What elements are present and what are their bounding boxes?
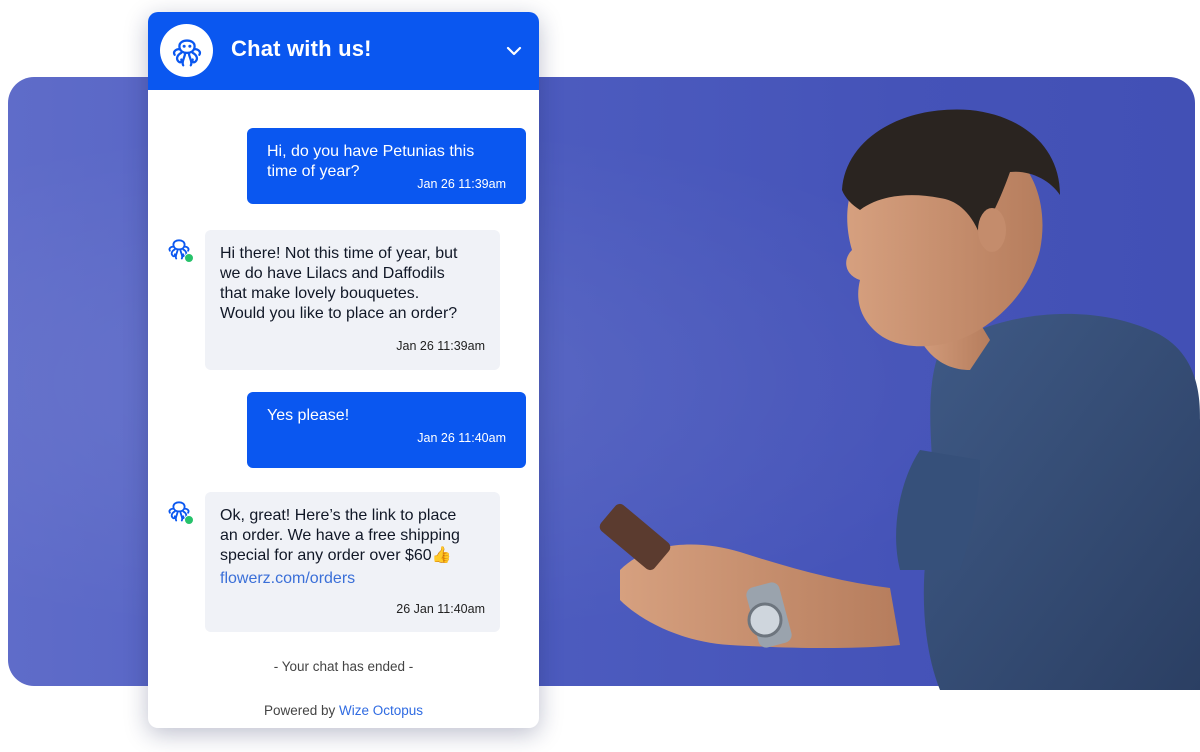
chat-title: Chat with us! [231, 36, 372, 61]
person-photo [599, 109, 1200, 690]
message-timestamp: Jan 26 11:39am [396, 339, 485, 353]
agent-avatar [165, 496, 195, 526]
agent-message-bubble: Hi there! Not this time of year, but we … [205, 230, 500, 370]
message-text: Yes please! [267, 407, 350, 424]
online-status-dot [184, 515, 194, 525]
chat-ended-notice: - Your chat has ended - [273, 659, 414, 674]
chat-widget: Chat with us! Hi, do you have Petunias t… [148, 12, 539, 728]
online-status-dot [184, 253, 194, 263]
powered-by: Powered by Wize Octopus [148, 703, 539, 718]
chevron-down-icon[interactable] [503, 40, 525, 62]
powered-by-brand-link[interactable]: Wize Octopus [339, 703, 423, 718]
order-link[interactable]: flowerz.com/orders [220, 569, 485, 589]
message-text: Hi there! Not this time of year, but we … [220, 245, 458, 322]
user-message-bubble: Yes please! Jan 26 11:40am [247, 392, 526, 468]
octopus-logo-svg [172, 38, 201, 66]
user-message-bubble: Hi, do you have Petunias this time of ye… [247, 128, 526, 204]
octopus-logo-icon [160, 24, 213, 77]
powered-by-label: Powered by [263, 703, 336, 718]
message-timestamp: 26 Jan 11:40am [396, 602, 485, 616]
page: Chat with us! Hi, do you have Petunias t… [0, 0, 1200, 752]
agent-avatar [165, 234, 195, 264]
chat-header: Chat with us! [148, 12, 539, 90]
message-timestamp: Jan 26 11:40am [417, 431, 506, 445]
message-text: Ok, great! Here’s the link to place an o… [220, 507, 460, 564]
agent-message-bubble: Ok, great! Here’s the link to place an o… [205, 492, 500, 632]
